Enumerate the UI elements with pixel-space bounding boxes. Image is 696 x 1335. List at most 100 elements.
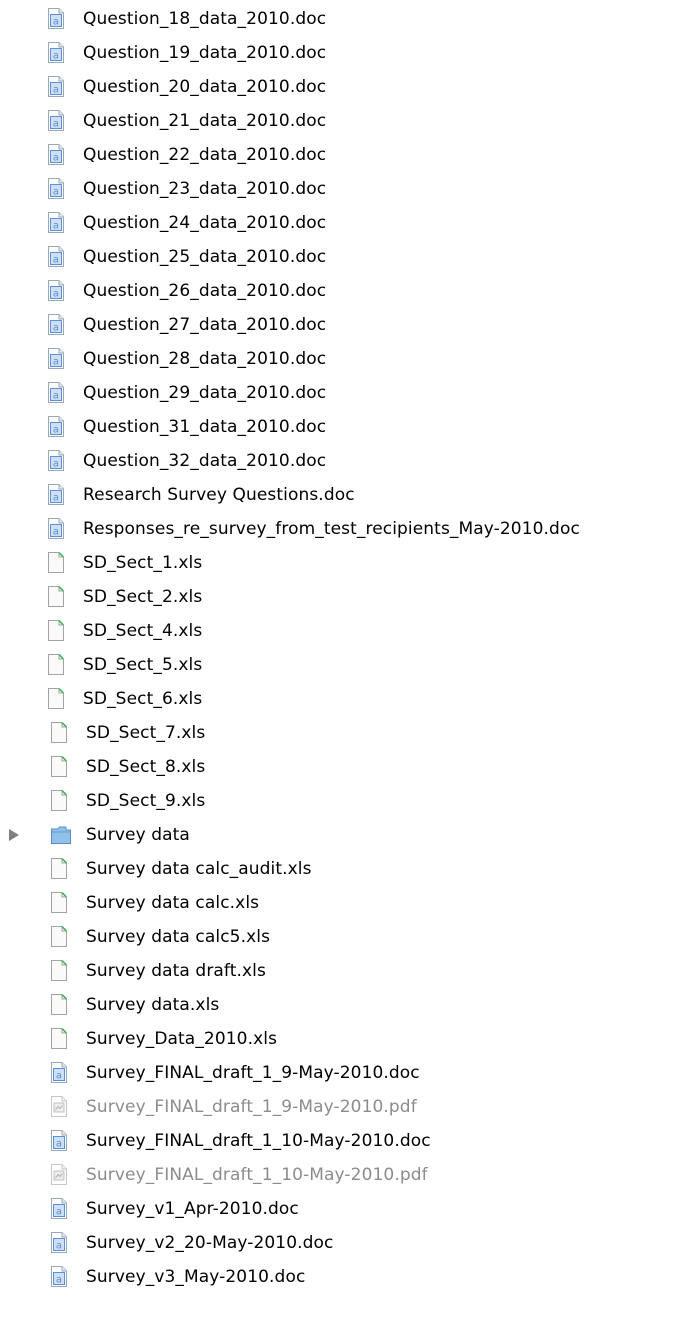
pdf-document-icon <box>51 1164 67 1185</box>
disclosure-triangle-icon[interactable] <box>9 829 19 841</box>
file-row[interactable]: a Survey_v3_May-2010.doc <box>0 1260 696 1294</box>
file-row[interactable]: a Question_19_data_2010.doc <box>0 36 696 70</box>
file-row[interactable]: a Survey_FINAL_draft_1_9-May-2010.doc <box>0 1056 696 1090</box>
file-row[interactable]: Survey_FINAL_draft_1_9-May-2010.pdf <box>0 1090 696 1124</box>
spreadsheet-icon <box>51 858 67 879</box>
file-row[interactable]: SD_Sect_9.xls <box>0 784 696 818</box>
file-row[interactable]: a Question_22_data_2010.doc <box>0 138 696 172</box>
file-row[interactable]: a Question_21_data_2010.doc <box>0 104 696 138</box>
file-name: Survey_FINAL_draft_1_9-May-2010.pdf <box>86 1097 417 1117</box>
file-name: Question_31_data_2010.doc <box>83 417 327 437</box>
file-row[interactable]: SD_Sect_6.xls <box>0 682 696 716</box>
spreadsheet-icon <box>51 790 67 811</box>
file-row[interactable]: a Question_26_data_2010.doc <box>0 274 696 308</box>
pdf-document-icon <box>51 1096 67 1117</box>
file-row[interactable]: a Question_20_data_2010.doc <box>0 70 696 104</box>
word-document-icon: a <box>48 416 64 437</box>
file-row[interactable]: SD_Sect_2.xls <box>0 580 696 614</box>
file-name: Question_21_data_2010.doc <box>83 111 327 131</box>
file-name: Question_27_data_2010.doc <box>83 315 327 335</box>
file-name: Question_25_data_2010.doc <box>83 247 327 267</box>
file-row[interactable]: a Question_25_data_2010.doc <box>0 240 696 274</box>
svg-text:a: a <box>53 187 59 198</box>
file-name: Survey_v1_Apr-2010.doc <box>86 1199 299 1219</box>
file-name: SD_Sect_5.xls <box>83 655 203 675</box>
file-name: Survey_v3_May-2010.doc <box>86 1267 306 1287</box>
file-row[interactable]: a Question_28_data_2010.doc <box>0 342 696 376</box>
file-row[interactable]: Survey_Data_2010.xls <box>0 1022 696 1056</box>
file-row[interactable]: Survey_FINAL_draft_1_10-May-2010.pdf <box>0 1158 696 1192</box>
file-row[interactable]: SD_Sect_1.xls <box>0 546 696 580</box>
svg-text:a: a <box>53 391 59 402</box>
svg-text:a: a <box>56 1139 62 1150</box>
file-name: Survey data calc5.xls <box>86 927 271 947</box>
folder-row[interactable]: Survey data <box>0 818 696 852</box>
file-row[interactable]: a Question_23_data_2010.doc <box>0 172 696 206</box>
file-name: Survey_FINAL_draft_1_9-May-2010.doc <box>86 1063 420 1083</box>
svg-text:a: a <box>53 425 59 436</box>
file-name: Survey_Data_2010.xls <box>86 1029 278 1049</box>
file-list: a Question_18_data_2010.doc a Question_1… <box>0 2 696 1294</box>
word-document-icon: a <box>48 348 64 369</box>
file-row[interactable]: a Survey_v1_Apr-2010.doc <box>0 1192 696 1226</box>
svg-text:a: a <box>53 527 59 538</box>
file-row[interactable]: SD_Sect_7.xls <box>0 716 696 750</box>
svg-text:a: a <box>53 221 59 232</box>
file-name: SD_Sect_2.xls <box>83 587 203 607</box>
file-row[interactable]: SD_Sect_8.xls <box>0 750 696 784</box>
svg-text:a: a <box>53 17 59 28</box>
file-name: Survey data calc.xls <box>86 893 260 913</box>
file-row[interactable]: a Question_29_data_2010.doc <box>0 376 696 410</box>
file-row[interactable]: a Question_27_data_2010.doc <box>0 308 696 342</box>
file-name: Survey_v2_20-May-2010.doc <box>86 1233 334 1253</box>
spreadsheet-icon <box>51 722 67 743</box>
file-row[interactable]: a Survey_FINAL_draft_1_10-May-2010.doc <box>0 1124 696 1158</box>
word-document-icon: a <box>48 450 64 471</box>
svg-text:a: a <box>56 1275 62 1286</box>
file-name: Survey data draft.xls <box>86 961 266 981</box>
file-name: Question_28_data_2010.doc <box>83 349 327 369</box>
spreadsheet-icon <box>51 756 67 777</box>
file-row[interactable]: Survey data draft.xls <box>0 954 696 988</box>
word-document-icon: a <box>48 144 64 165</box>
svg-text:a: a <box>53 289 59 300</box>
svg-text:a: a <box>53 51 59 62</box>
file-row[interactable]: a Responses_re_survey_from_test_recipien… <box>0 512 696 546</box>
file-row[interactable]: a Question_32_data_2010.doc <box>0 444 696 478</box>
word-document-icon: a <box>48 110 64 131</box>
file-name: SD_Sect_9.xls <box>86 791 206 811</box>
file-row[interactable]: Survey data calc.xls <box>0 886 696 920</box>
file-row[interactable]: a Question_31_data_2010.doc <box>0 410 696 444</box>
svg-text:a: a <box>53 255 59 266</box>
svg-text:a: a <box>53 323 59 334</box>
spreadsheet-icon <box>48 620 64 641</box>
file-name: Question_20_data_2010.doc <box>83 77 327 97</box>
file-name: Research Survey Questions.doc <box>83 485 355 505</box>
word-document-icon: a <box>48 518 64 539</box>
file-name: SD_Sect_7.xls <box>86 723 206 743</box>
file-name: Question_29_data_2010.doc <box>83 383 327 403</box>
word-document-icon: a <box>48 212 64 233</box>
file-row[interactable]: Survey data calc_audit.xls <box>0 852 696 886</box>
svg-text:a: a <box>56 1241 62 1252</box>
file-row[interactable]: SD_Sect_4.xls <box>0 614 696 648</box>
file-row[interactable]: SD_Sect_5.xls <box>0 648 696 682</box>
file-name: Survey data calc_audit.xls <box>86 859 312 879</box>
file-row[interactable]: Survey data.xls <box>0 988 696 1022</box>
file-name: Survey data.xls <box>86 995 220 1015</box>
file-name: SD_Sect_8.xls <box>86 757 206 777</box>
file-row[interactable]: Survey data calc5.xls <box>0 920 696 954</box>
file-row[interactable]: a Survey_v2_20-May-2010.doc <box>0 1226 696 1260</box>
spreadsheet-icon <box>48 654 64 675</box>
file-row[interactable]: a Question_18_data_2010.doc <box>0 2 696 36</box>
file-name: Question_24_data_2010.doc <box>83 213 327 233</box>
file-row[interactable]: a Research Survey Questions.doc <box>0 478 696 512</box>
svg-text:a: a <box>56 1207 62 1218</box>
file-name: Survey_FINAL_draft_1_10-May-2010.doc <box>86 1131 431 1151</box>
svg-text:a: a <box>53 85 59 96</box>
file-name: Question_19_data_2010.doc <box>83 43 327 63</box>
word-document-icon: a <box>48 382 64 403</box>
file-row[interactable]: a Question_24_data_2010.doc <box>0 206 696 240</box>
spreadsheet-icon <box>51 960 67 981</box>
word-document-icon: a <box>51 1130 67 1151</box>
